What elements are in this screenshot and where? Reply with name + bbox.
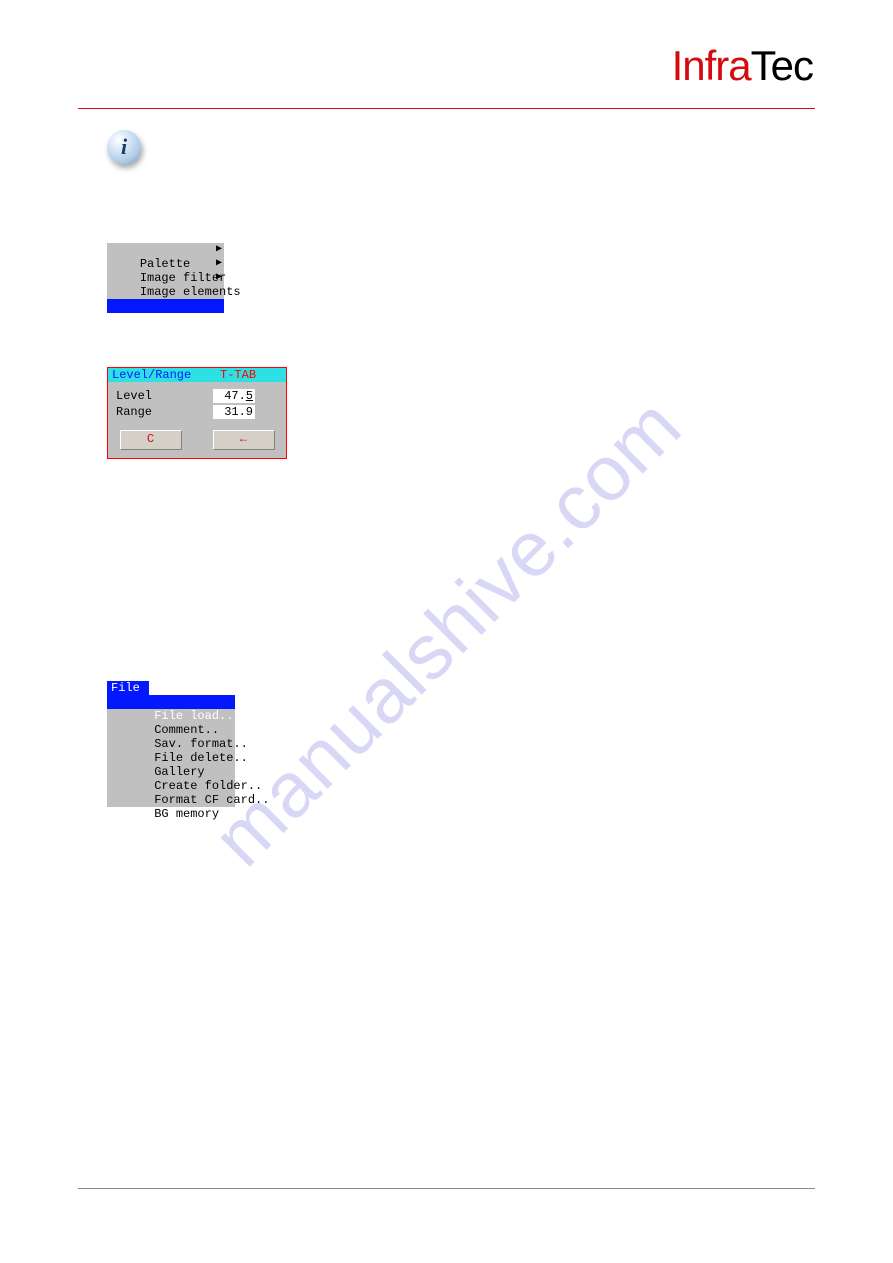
menu-item-file-delete[interactable]: File delete..: [107, 737, 235, 751]
header-divider: [78, 108, 815, 109]
apply-button[interactable]: ←: [213, 430, 275, 450]
menu-item-isotherms[interactable]: Isotherms..: [107, 285, 224, 299]
image-menu[interactable]: Palette ▶ Image filter ▶ Image elements …: [107, 243, 224, 313]
menu-item-format-cf-card[interactable]: Format CF card..: [107, 779, 235, 793]
dialog-title-left: Level/Range: [112, 368, 191, 382]
menu-item-gallery[interactable]: Gallery: [107, 751, 235, 765]
dialog-title-right: T-TAB: [220, 368, 256, 382]
menu-item-comment[interactable]: Comment..: [107, 709, 235, 723]
logo-part1: Infra: [672, 42, 751, 89]
menu-item-bg-memory[interactable]: BG memory: [107, 793, 235, 807]
level-active-digit: 5: [246, 389, 253, 403]
range-input[interactable]: 31.9: [212, 404, 256, 420]
menu-item-palette[interactable]: Palette ▶: [107, 243, 224, 257]
dialog-body: Level 47.5 Range 31.9: [108, 382, 286, 424]
level-input[interactable]: 47.5: [212, 388, 256, 404]
cancel-button[interactable]: C: [120, 430, 182, 450]
file-menu-title[interactable]: File: [107, 681, 149, 695]
submenu-arrow-icon: ▶: [216, 271, 222, 285]
menu-item-level-range[interactable]: Level/Range..: [107, 299, 224, 313]
field-range: Range 31.9: [116, 404, 278, 420]
file-menu[interactable]: File File load.. Comment.. Sav. format..…: [107, 681, 235, 807]
menu-item-label: BG memory: [154, 807, 219, 821]
field-label: Range: [116, 405, 212, 419]
field-label: Level: [116, 389, 212, 403]
menu-item-file-load[interactable]: File load..: [107, 695, 235, 709]
menu-item-create-folder[interactable]: Create folder..: [107, 765, 235, 779]
submenu-arrow-icon: ▶: [216, 243, 222, 257]
submenu-arrow-icon: ▶: [216, 257, 222, 271]
logo-part2: Tec: [751, 42, 813, 89]
menu-item-image-elements[interactable]: Image elements ▶: [107, 271, 224, 285]
info-icon: i: [107, 130, 141, 164]
dialog-title-bar: Level/Range T-TAB: [108, 368, 286, 382]
brand-logo: InfraTec: [672, 42, 813, 90]
menu-item-image-filter[interactable]: Image filter ▶: [107, 257, 224, 271]
level-value-prefix: 47.: [224, 389, 246, 403]
field-level: Level 47.5: [116, 388, 278, 404]
footer-divider: [78, 1188, 815, 1189]
menu-item-label: Level/Range..: [140, 313, 234, 327]
dialog-buttons: C ←: [108, 424, 286, 458]
range-value: 31.9: [224, 405, 253, 419]
menu-item-save-format[interactable]: Sav. format..: [107, 723, 235, 737]
level-range-dialog: Level/Range T-TAB Level 47.5 Range 31.9 …: [107, 367, 287, 459]
info-icon-glyph: i: [121, 134, 127, 160]
